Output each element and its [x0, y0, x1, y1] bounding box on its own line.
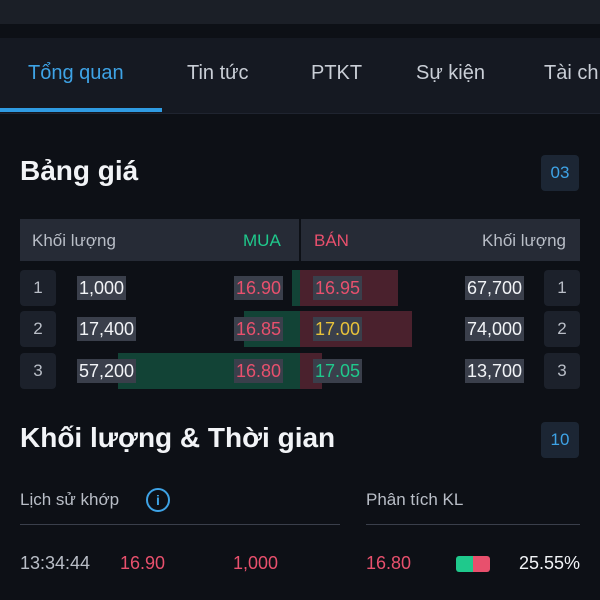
orderbook-title: Bảng giá — [20, 155, 139, 186]
sell-volume: 13,700 — [464, 359, 524, 383]
buy-level-index: 3 — [20, 353, 56, 389]
tab-news[interactable]: Tin tức — [187, 62, 249, 85]
buy-volume: 1,000 — [77, 276, 127, 300]
trade-volume: 1,000 — [233, 553, 279, 573]
trade-price: 16.90 — [120, 553, 166, 573]
sell-level-index: 3 — [544, 353, 580, 389]
orderbook-row[interactable]: 2 17,400 16.85 17.00 74,000 2 — [20, 311, 580, 347]
buy-price: 16.90 — [234, 276, 284, 300]
header-buy-volume: Khối lượng — [32, 231, 116, 250]
analysis-percent: 25.55% — [518, 553, 580, 573]
buy-depth-bar — [292, 270, 300, 306]
tab-events[interactable]: Sự kiện — [416, 62, 485, 85]
volume-time-title: Khối lượng & Thời gian — [20, 422, 336, 453]
volume-time-count-badge[interactable]: 10 — [541, 422, 579, 458]
buy-volume: 57,200 — [77, 359, 137, 383]
sell-price: 17.05 — [313, 359, 363, 383]
sell-price: 17.00 — [313, 317, 363, 341]
orderbook-depth-badge[interactable]: 03 — [541, 155, 579, 191]
sell-volume: 74,000 — [464, 317, 524, 341]
active-tab-indicator — [0, 108, 162, 112]
volume-analysis-label: Phân tích KL — [366, 490, 464, 509]
match-history-label: Lịch sử khớp — [20, 490, 120, 509]
sell-level-index: 1 — [544, 270, 580, 306]
ratio-buy-segment — [456, 556, 473, 572]
orderbook-row[interactable]: 3 57,200 16.80 17.05 13,700 3 — [20, 353, 580, 389]
buy-level-index: 1 — [20, 270, 56, 306]
header-sell: BÁN — [314, 231, 349, 250]
buy-level-index: 2 — [20, 311, 56, 347]
buy-sell-ratio-bar — [456, 556, 490, 572]
header-buy: MUA — [243, 231, 281, 250]
header-sell-volume: Khối lượng — [482, 231, 566, 250]
tab-technical-analysis[interactable]: PTKT — [311, 62, 362, 85]
orderbook-row[interactable]: 1 1,000 16.90 16.95 67,700 1 — [20, 270, 580, 306]
sell-price: 16.95 — [313, 276, 363, 300]
volume-analysis-divider — [366, 524, 580, 525]
buy-price: 16.80 — [234, 359, 284, 383]
buy-price: 16.85 — [234, 317, 284, 341]
header-divider — [299, 219, 301, 261]
sell-level-index: 2 — [544, 311, 580, 347]
ratio-sell-segment — [473, 556, 490, 572]
match-history-divider — [20, 524, 340, 525]
top-app-bar — [0, 0, 600, 24]
tab-bar: Tổng quan Tin tức PTKT Sự kiện Tài ch — [0, 38, 600, 114]
sell-volume: 67,700 — [464, 276, 524, 300]
tab-overview[interactable]: Tổng quan — [28, 62, 124, 85]
orderbook-header: Khối lượng MUA BÁN Khối lượng — [20, 219, 580, 261]
buy-volume: 17,400 — [77, 317, 137, 341]
trade-time: 13:34:44 — [20, 553, 91, 573]
tab-financials[interactable]: Tài ch — [544, 62, 598, 85]
analysis-price: 16.80 — [366, 553, 412, 573]
info-icon[interactable]: i — [146, 488, 170, 512]
